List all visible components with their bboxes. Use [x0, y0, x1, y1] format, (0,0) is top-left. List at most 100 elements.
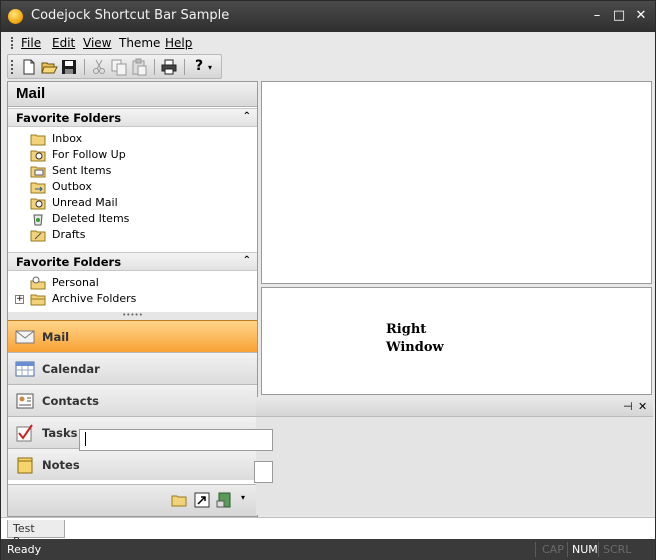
- calendar-icon: [15, 360, 35, 378]
- shortcut-bar-splitter[interactable]: •••••: [8, 312, 257, 320]
- nav-button-mail[interactable]: Mail: [8, 320, 257, 352]
- pin-icon[interactable]: ⊣: [623, 400, 633, 413]
- group-title: Favorite Folders: [16, 255, 122, 269]
- maximize-button[interactable]: □: [609, 6, 629, 26]
- folder-label: Deleted Items: [52, 212, 130, 225]
- save-icon[interactable]: [60, 58, 78, 76]
- tab-test-pane[interactable]: Test Pane: [7, 520, 65, 548]
- notes-icon: [15, 456, 35, 474]
- menu-bar: File Edit View Theme Help: [1, 32, 655, 54]
- scrl-indicator: SCRL: [603, 543, 632, 556]
- new-icon[interactable]: [20, 58, 38, 76]
- shortcut-bar-footer: ▾: [8, 484, 257, 516]
- collapse-icon[interactable]: ⌃: [243, 255, 251, 266]
- right-window[interactable]: Right Window: [261, 287, 652, 395]
- folder-label: Drafts: [52, 228, 86, 241]
- search-folder-icon: [30, 196, 46, 210]
- menu-help-label: Help: [165, 36, 193, 50]
- nav-button-calendar[interactable]: Calendar: [8, 352, 257, 384]
- right-window-label: Right Window: [386, 322, 444, 355]
- toolbar-separator: [184, 59, 185, 75]
- close-pane-icon[interactable]: ✕: [638, 400, 647, 413]
- title-bar[interactable]: Codejock Shortcut Bar Sample – □ ✕: [1, 1, 655, 32]
- toolbar-grip[interactable]: [11, 60, 13, 74]
- group-title: Favorite Folders: [16, 111, 122, 125]
- folder-label: Sent Items: [52, 164, 112, 177]
- window-title: Codejock Shortcut Bar Sample: [31, 8, 230, 23]
- inbox-folder-icon: [30, 132, 46, 146]
- nav-button-contacts[interactable]: Contacts: [8, 384, 257, 416]
- shortcut-icon[interactable]: [194, 492, 210, 508]
- status-separator: [567, 542, 568, 557]
- app-icon[interactable]: [8, 9, 23, 24]
- folder-label: Personal: [52, 276, 99, 289]
- menu-theme-label: Theme: [119, 36, 161, 50]
- help-icon[interactable]: ?: [190, 58, 208, 76]
- test-pane: ⊣ ✕: [254, 397, 653, 515]
- menu-view-label: View: [83, 36, 112, 50]
- sent-items-icon: [30, 164, 46, 178]
- open-icon[interactable]: [40, 58, 58, 76]
- configure-buttons-chevron-icon[interactable]: ▾: [241, 493, 245, 502]
- collapse-icon[interactable]: ⌃: [243, 111, 251, 122]
- recycle-bin-icon: [30, 212, 46, 226]
- tasks-icon: [15, 424, 35, 442]
- folder-label: For Follow Up: [52, 148, 126, 161]
- nav-label: Calendar: [42, 362, 100, 376]
- paste-icon[interactable]: [130, 58, 148, 76]
- toolbar-overflow-chevron-icon[interactable]: ▾: [208, 63, 218, 81]
- menubar-grip[interactable]: [11, 37, 13, 49]
- cap-indicator: CAP: [542, 543, 564, 556]
- nav-label: Notes: [42, 458, 80, 472]
- pane-tab-strip: Test Pane: [1, 517, 655, 548]
- nav-button-notes[interactable]: Notes: [8, 448, 257, 480]
- shortcut-bar: Mail Favorite Folders ⌃ Inbox For Follow…: [7, 81, 258, 517]
- drafts-icon: [30, 228, 46, 242]
- personal-folder-icon: [30, 276, 46, 290]
- status-separator: [598, 542, 599, 557]
- group-header-favorite-folders[interactable]: Favorite Folders ⌃: [8, 108, 257, 127]
- pane-caption[interactable]: ⊣ ✕: [256, 397, 653, 417]
- menu-file[interactable]: File: [21, 36, 41, 50]
- minimize-button[interactable]: –: [587, 6, 607, 26]
- pane-text-field[interactable]: [254, 461, 273, 483]
- folder-label: Archive Folders: [52, 292, 137, 305]
- pane-edit-box[interactable]: [79, 429, 258, 451]
- nav-label: Mail: [42, 330, 70, 344]
- toolbar-separator: [154, 59, 155, 75]
- journal-icon[interactable]: [216, 492, 232, 508]
- menu-edit[interactable]: Edit: [52, 36, 75, 50]
- cut-icon[interactable]: [90, 58, 108, 76]
- copy-icon[interactable]: [110, 58, 128, 76]
- standard-toolbar: ? ▾: [7, 54, 222, 79]
- nav-label: Tasks: [42, 426, 78, 440]
- right-window-top[interactable]: [261, 81, 652, 284]
- archive-folder-icon: [30, 292, 46, 306]
- menu-help[interactable]: Help: [165, 36, 192, 50]
- status-separator: [535, 542, 536, 557]
- main-window: Codejock Shortcut Bar Sample – □ ✕ File …: [0, 0, 656, 560]
- contacts-icon: [15, 392, 35, 410]
- folder-label: Unread Mail: [52, 196, 118, 209]
- toolbar-separator: [84, 59, 85, 75]
- shortcut-bar-title: Mail: [8, 82, 257, 107]
- mail-icon: [15, 328, 35, 346]
- menu-edit-label: Edit: [52, 36, 76, 50]
- nav-label: Contacts: [42, 394, 99, 408]
- menu-theme[interactable]: Theme: [119, 36, 160, 50]
- text-caret: [85, 432, 86, 446]
- menu-view[interactable]: View: [83, 36, 111, 50]
- group-header-favorite-folders-2[interactable]: Favorite Folders ⌃: [8, 252, 257, 271]
- outbox-icon: [30, 180, 46, 194]
- status-text: Ready: [7, 543, 42, 556]
- print-icon[interactable]: [160, 58, 178, 76]
- expand-icon[interactable]: +: [15, 295, 24, 304]
- search-folder-icon: [30, 148, 46, 162]
- folder-icon[interactable]: [171, 493, 187, 507]
- num-indicator: NUM: [572, 543, 598, 556]
- status-bar: Ready CAP NUM SCRL: [1, 539, 655, 560]
- close-button[interactable]: ✕: [631, 6, 651, 26]
- folder-label: Inbox: [52, 132, 83, 145]
- folder-label: Outbox: [52, 180, 92, 193]
- menu-file-label: File: [21, 36, 42, 50]
